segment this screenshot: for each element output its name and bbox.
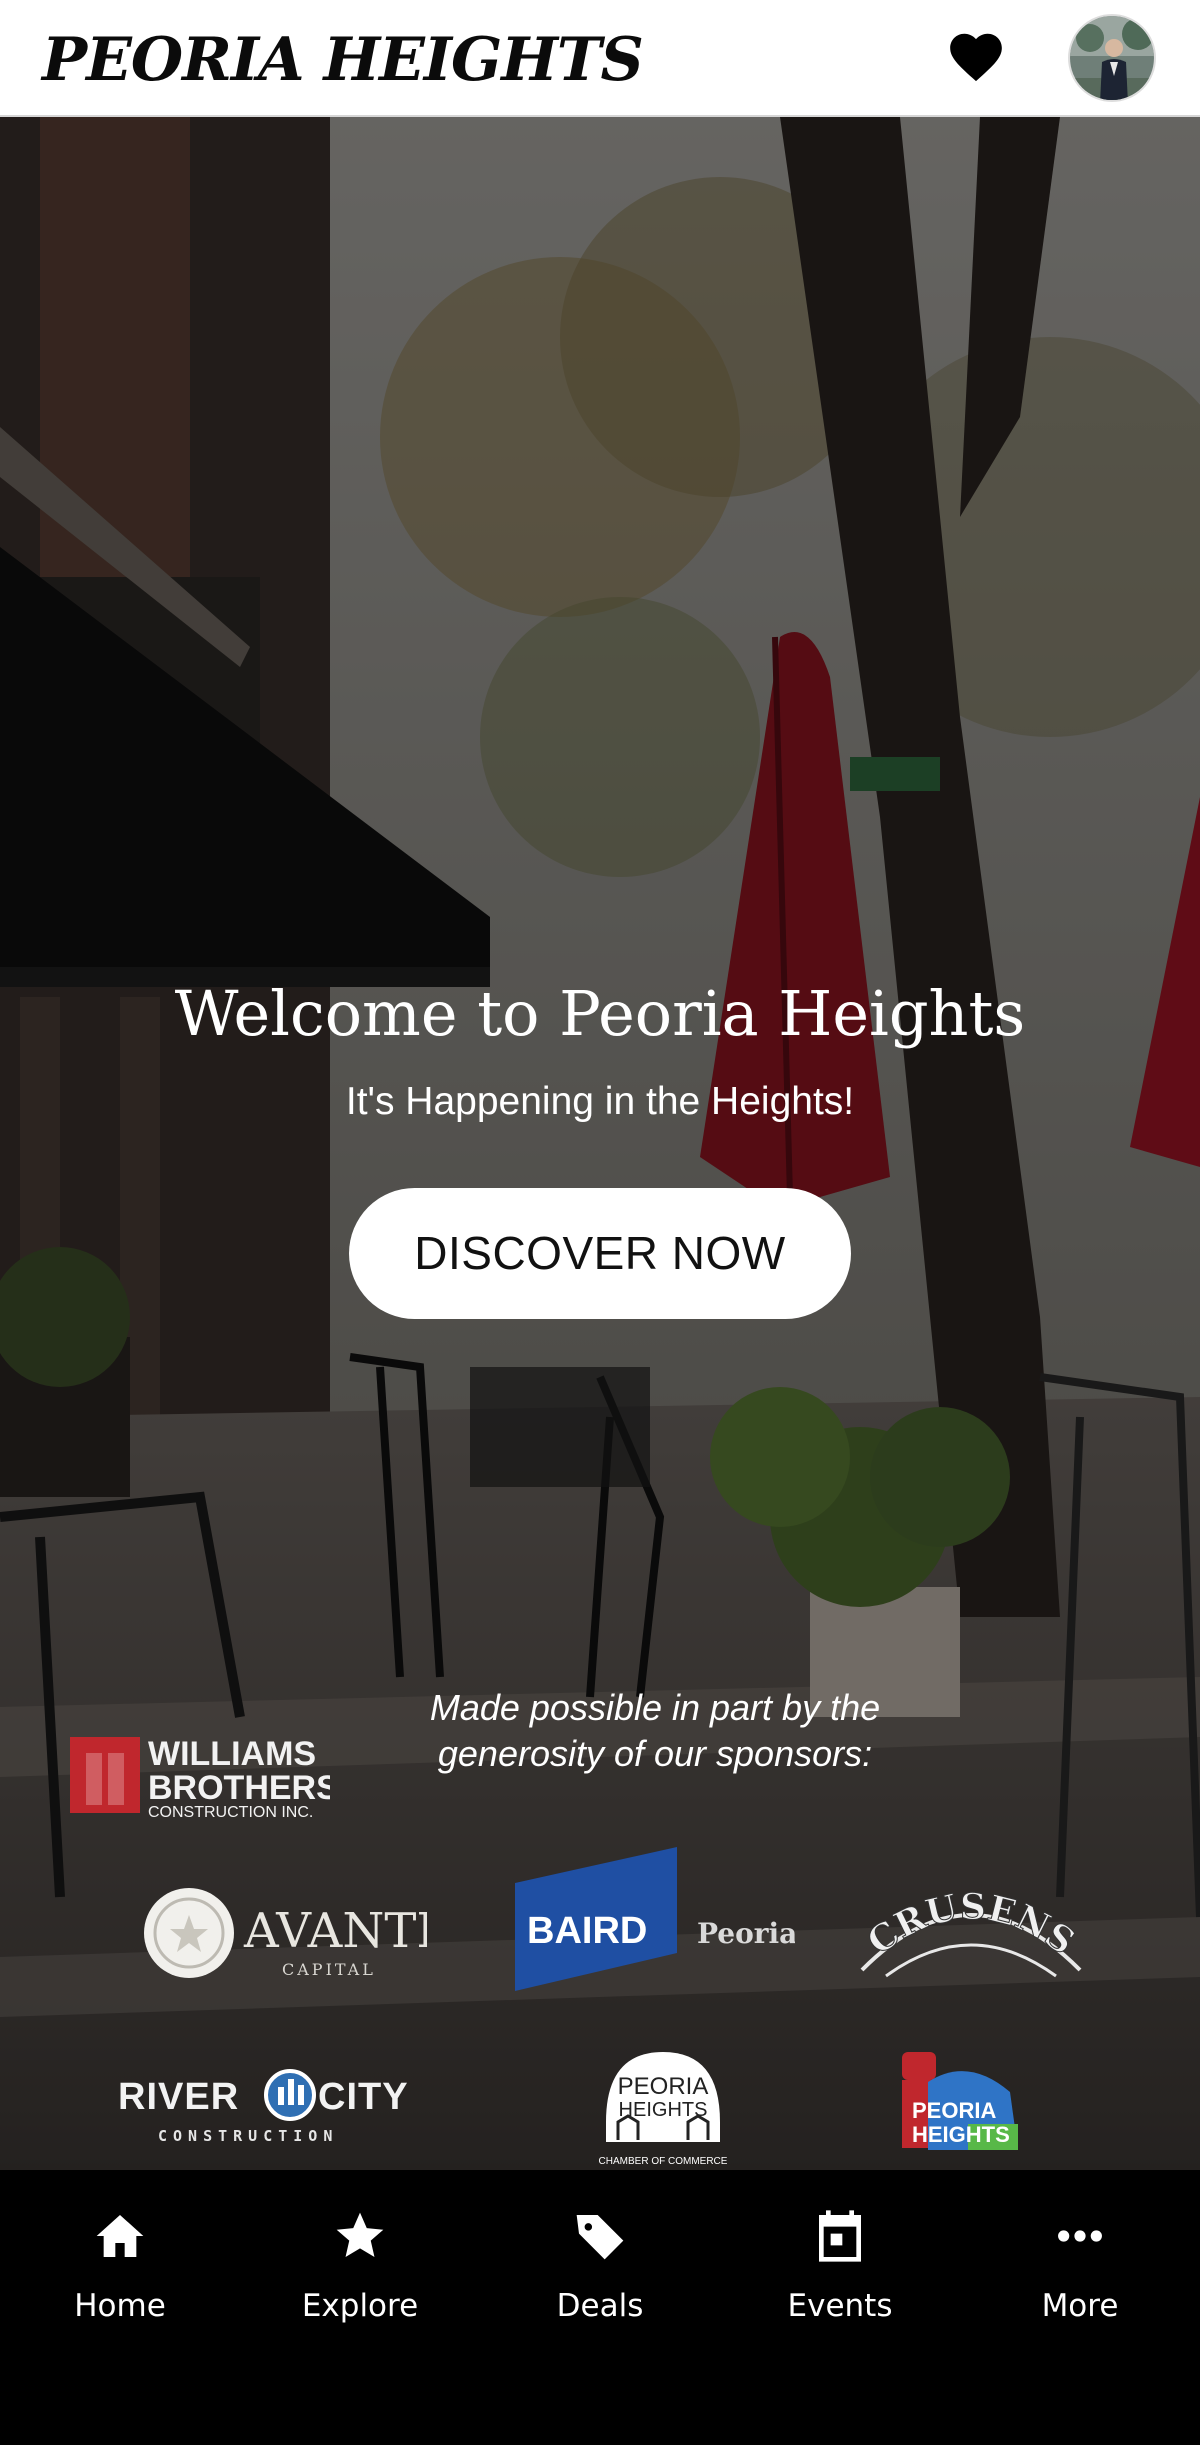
river-city-logo[interactable]: RIVER CITY CONSTRUCTION [118, 2065, 438, 2149]
chamber-peoria-text: PEORIA [618, 2073, 709, 2100]
home-icon [96, 2215, 144, 2257]
discover-now-button[interactable]: DISCOVER NOW [349, 1188, 851, 1319]
nav-events[interactable]: Events [740, 2208, 940, 2348]
ph-heights-text: HEIGHTS [912, 2122, 1010, 2147]
construction-inc-text: CONSTRUCTION INC. [148, 1804, 313, 1819]
ph-peoria-text: PEORIA [912, 2098, 996, 2123]
brothers-text: BROTHERS [148, 1769, 330, 1807]
river-city-mark: RIVER CITY CONSTRUCTION [118, 2069, 409, 2145]
avanti-text: AVANTI [243, 1903, 427, 1959]
favorites-button[interactable] [945, 26, 1007, 88]
nav-deals[interactable]: Deals [500, 2208, 700, 2348]
bottom-nav: Home Explore Deals Events More [0, 2170, 1200, 2445]
sponsors-intro: Made possible in part by the generosity … [429, 1687, 881, 1774]
williams-text: WILLIAMS [148, 1735, 316, 1773]
nav-explore[interactable]: Explore [260, 2208, 460, 2348]
baird-text: BAIRD [527, 1910, 647, 1952]
crusens-text: CRUSENS [859, 1885, 1083, 1963]
baird-mark: BAIRD Peoria [515, 1847, 797, 1991]
river-text: RIVER [118, 2076, 239, 2118]
nav-deals-label: Deals [556, 2288, 644, 2324]
construction-text: CONSTRUCTION [158, 2127, 338, 2145]
app-header: PEORIA HEIGHTS [0, 0, 1200, 117]
nav-home-label: Home [74, 2288, 166, 2324]
svg-text:CRUSENS: CRUSENS [860, 1886, 1083, 1963]
hero-section: Welcome to Peoria Heights It's Happening… [0, 117, 1200, 2170]
peoria-text: Peoria [697, 1917, 795, 1950]
nav-more[interactable]: More [980, 2208, 1180, 2348]
peoria-heights-logo[interactable]: PEORIA HEIGHTS [898, 2052, 1023, 2162]
baird-peoria-logo[interactable]: BAIRD Peoria [515, 1847, 797, 1991]
williams-brothers-logo[interactable]: WILLIAMS BROTHERS CONSTRUCTION INC. [70, 1729, 339, 1821]
city-text: CITY [318, 2076, 409, 2118]
star-icon [336, 2212, 384, 2257]
heart-icon [950, 33, 1002, 82]
crusens-mark: CRUSENS [859, 1885, 1083, 1978]
chamber-of-commerce-text: CHAMBER OF COMMERCE [599, 2156, 728, 2167]
williams-brothers-mark: WILLIAMS BROTHERS CONSTRUCTION INC. [70, 1735, 339, 1821]
avanti-capital-mark: AVANTI CAPITAL [144, 1888, 435, 1979]
calendar-icon [819, 2210, 861, 2262]
more-icon [1058, 2230, 1102, 2242]
hero-tagline: It's Happening in the Heights! [345, 1080, 855, 1123]
tag-icon [576, 2215, 624, 2260]
peoria-heights-chamber-logo[interactable]: PEORIA HEIGHTS CHAMBER OF COMMERCE [598, 2052, 728, 2170]
nav-more-label: More [1041, 2288, 1119, 2324]
nav-events-label: Events [787, 2288, 893, 2324]
chamber-mark: PEORIA HEIGHTS CHAMBER OF COMMERCE [599, 2052, 728, 2167]
peoria-heights-mark: PEORIA HEIGHTS [902, 2052, 1018, 2150]
user-avatar[interactable] [1068, 14, 1156, 102]
crusens-logo[interactable]: CRUSENS [856, 1884, 1086, 1984]
hero-title: Welcome to Peoria Heights [174, 977, 1026, 1050]
capital-text: CAPITAL [282, 1960, 376, 1979]
nav-home[interactable]: Home [20, 2208, 220, 2348]
app-title: PEORIA HEIGHTS [42, 25, 644, 95]
nav-explore-label: Explore [301, 2288, 419, 2324]
avatar-photo [1070, 16, 1154, 100]
avanti-capital-logo[interactable]: AVANTI CAPITAL [142, 1885, 435, 1985]
